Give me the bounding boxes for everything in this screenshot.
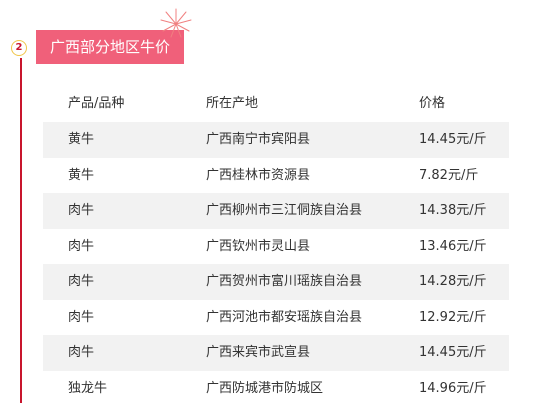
cell-product: 肉牛: [68, 229, 94, 265]
table-row: 肉牛 广西贺州市富川瑶族自治县 14.28元/斤: [43, 264, 509, 300]
cell-product: 肉牛: [68, 335, 94, 371]
table-row: 肉牛 广西柳州市三江侗族自治县 14.38元/斤: [43, 193, 509, 229]
cell-price: 14.45元/斤: [419, 122, 487, 158]
cell-price: 12.92元/斤: [419, 300, 487, 336]
cell-price: 14.96元/斤: [419, 371, 487, 406]
cell-product: 独龙牛: [68, 371, 107, 406]
header-price: 价格: [419, 86, 445, 122]
header-origin: 所在产地: [206, 86, 258, 122]
section-timeline-line: [20, 58, 22, 403]
table-header-row: 产品/品种 所在产地 价格: [43, 86, 509, 122]
cell-price: 14.28元/斤: [419, 264, 487, 300]
cell-product: 黄牛: [68, 122, 94, 158]
cell-price: 14.38元/斤: [419, 193, 487, 229]
table-row: 黄牛 广西桂林市资源县 7.82元/斤: [43, 158, 509, 194]
step-number-badge: 2: [11, 40, 27, 56]
cell-origin: 广西河池市都安瑶族自治县: [206, 300, 362, 336]
cell-product: 肉牛: [68, 300, 94, 336]
cell-product: 肉牛: [68, 193, 94, 229]
cell-origin: 广西柳州市三江侗族自治县: [206, 193, 362, 229]
cell-origin: 广西防城港市防城区: [206, 371, 323, 406]
table-row: 肉牛 广西河池市都安瑶族自治县 12.92元/斤: [43, 300, 509, 336]
cell-product: 肉牛: [68, 264, 94, 300]
cell-origin: 广西贺州市富川瑶族自治县: [206, 264, 362, 300]
table-row: 黄牛 广西南宁市宾阳县 14.45元/斤: [43, 122, 509, 158]
header-product: 产品/品种: [68, 86, 124, 122]
cell-price: 7.82元/斤: [419, 158, 478, 194]
cell-product: 黄牛: [68, 158, 94, 194]
cell-origin: 广西南宁市宾阳县: [206, 122, 310, 158]
cell-price: 13.46元/斤: [419, 229, 487, 265]
table-row: 肉牛 广西来宾市武宣县 14.45元/斤: [43, 335, 509, 371]
table-row: 肉牛 广西钦州市灵山县 13.46元/斤: [43, 229, 509, 265]
cell-origin: 广西来宾市武宣县: [206, 335, 310, 371]
cell-origin: 广西钦州市灵山县: [206, 229, 310, 265]
cell-origin: 广西桂林市资源县: [206, 158, 310, 194]
table-row: 独龙牛 广西防城港市防城区 14.96元/斤: [43, 371, 509, 406]
price-table: 产品/品种 所在产地 价格 黄牛 广西南宁市宾阳县 14.45元/斤 黄牛 广西…: [43, 86, 509, 406]
firework-icon: [158, 6, 194, 42]
cell-price: 14.45元/斤: [419, 335, 487, 371]
